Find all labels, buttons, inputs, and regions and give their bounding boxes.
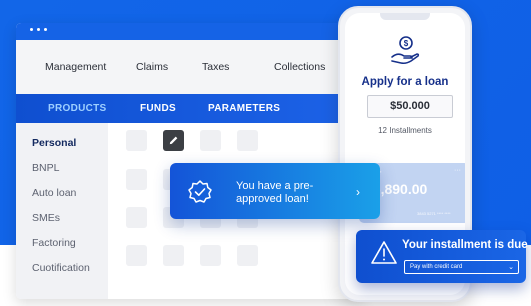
tab-products[interactable]: PRODUCTS — [48, 103, 107, 114]
edit-button[interactable] — [163, 130, 184, 151]
pencil-icon — [169, 136, 178, 145]
svg-text:$: $ — [404, 39, 409, 48]
warning-icon — [371, 241, 397, 264]
grid-cell[interactable] — [126, 130, 147, 151]
preapproved-message: You have a pre-approved loan! — [236, 180, 314, 205]
loan-amount-field[interactable]: $50.000 — [367, 95, 453, 118]
apply-loan-title: Apply for a loan — [361, 76, 449, 88]
top-nav-taxes[interactable]: Taxes — [202, 61, 229, 73]
grid-cell[interactable] — [126, 207, 147, 228]
installment-due-title: Your installment is due — [402, 239, 528, 251]
chevron-right-icon[interactable]: › — [356, 185, 360, 199]
chevron-down-icon: ⌄ — [508, 264, 514, 271]
top-nav-management[interactable]: Management — [45, 61, 106, 73]
grid-cell[interactable] — [126, 245, 147, 266]
card-number: 3843 5271 **** **** — [417, 211, 451, 216]
sidebar: Personal BNPL Auto loan SMEs Factoring C… — [16, 123, 108, 299]
top-nav-claims[interactable]: Claims — [136, 61, 168, 73]
payment-method-value: Pay with credit card — [410, 264, 463, 270]
top-nav: Management Claims Taxes Collections — [16, 40, 364, 94]
installment-due-toast: Your installment is due Pay with credit … — [356, 230, 528, 283]
grid-cell[interactable] — [200, 130, 221, 151]
payment-method-select[interactable]: Pay with credit card ⌄ — [404, 260, 519, 274]
grid-cell[interactable] — [237, 130, 258, 151]
sidebar-item-factoring[interactable]: Factoring — [32, 237, 76, 249]
sidebar-item-smes[interactable]: SMEs — [32, 212, 60, 224]
sidebar-item-bnpl[interactable]: BNPL — [32, 162, 59, 174]
sidebar-item-cuotification[interactable]: Cuotification — [32, 262, 90, 274]
window-dot — [44, 28, 47, 31]
sidebar-item-personal[interactable]: Personal — [32, 137, 76, 149]
grid-cell[interactable] — [163, 245, 184, 266]
window-titlebar — [16, 23, 364, 40]
verified-badge-icon — [188, 180, 212, 203]
tab-funds[interactable]: FUNDS — [140, 103, 176, 114]
sub-nav: PRODUCTS FUNDS PARAMETERS — [16, 94, 364, 123]
installments-label: 12 Installments — [378, 126, 432, 135]
window-dot — [37, 28, 40, 31]
phone-notch — [380, 13, 430, 20]
card-more-icon[interactable]: ··· — [454, 167, 461, 174]
sidebar-item-auto-loan[interactable]: Auto loan — [32, 187, 76, 199]
tab-parameters[interactable]: PARAMETERS — [208, 103, 280, 114]
app-window: Management Claims Taxes Collections PROD… — [16, 23, 364, 299]
preapproved-banner[interactable]: You have a pre-approved loan! › — [170, 163, 380, 219]
window-dot — [30, 28, 33, 31]
window-dots — [30, 28, 47, 31]
top-nav-collections[interactable]: Collections — [274, 61, 325, 73]
grid-cell[interactable] — [237, 245, 258, 266]
hand-coin-icon: $ — [391, 36, 420, 65]
grid-cell[interactable] — [200, 245, 221, 266]
grid-cell[interactable] — [126, 169, 147, 190]
